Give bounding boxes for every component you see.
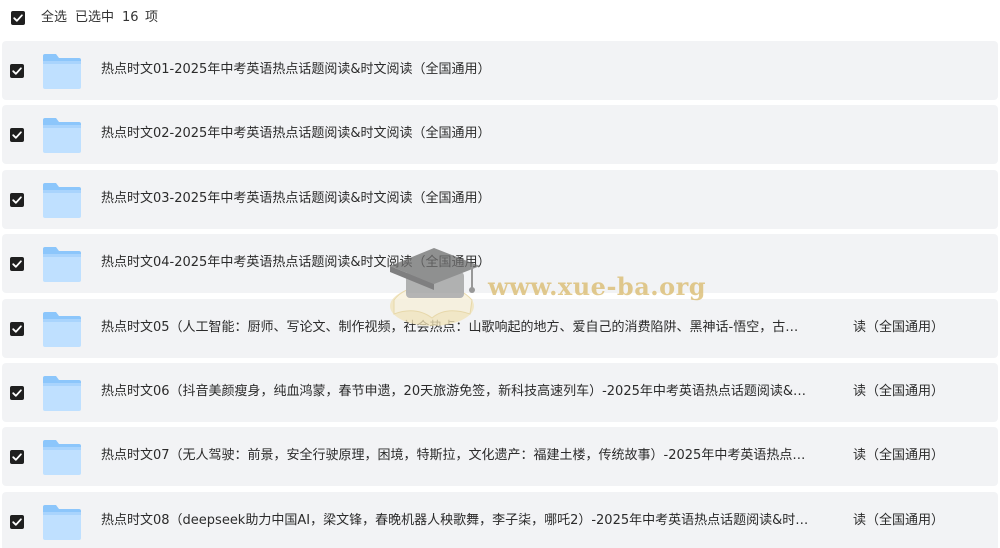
row-checkbox[interactable] <box>10 386 24 400</box>
folder-icon <box>42 245 82 283</box>
file-row[interactable]: 热点时文03-2025年中考英语热点话题阅读&时文阅读（全国通用） <box>2 170 998 229</box>
file-row[interactable]: 热点时文07（无人驾驶：前景，安全行驶原理，困境，特斯拉，文化遗产：福建土楼，传… <box>2 427 998 486</box>
selected-suffix-label: 项 <box>145 10 159 25</box>
file-name[interactable]: 热点时文01-2025年中考英语热点话题阅读&时文阅读（全国通用） <box>101 61 490 79</box>
folder-icon <box>42 52 82 90</box>
file-name[interactable]: 热点时文04-2025年中考英语热点话题阅读&时文阅读（全国通用） <box>101 254 490 272</box>
file-row[interactable]: 热点时文06（抖音美颜瘦身，纯血鸿蒙，春节申遗，20天旅游免签，新科技高速列车）… <box>2 363 998 422</box>
select-all-label[interactable]: 全选 <box>41 10 67 26</box>
row-checkbox[interactable] <box>10 322 24 336</box>
file-name[interactable]: 热点时文02-2025年中考英语热点话题阅读&时文阅读（全国通用） <box>101 125 490 143</box>
checkmark-icon <box>12 389 22 397</box>
file-name-suffix: 读（全国通用） <box>853 513 945 528</box>
file-name-suffix: 读（全国通用） <box>853 384 945 399</box>
checkmark-icon <box>12 453 22 461</box>
folder-icon <box>42 181 82 219</box>
file-name-suffix: 读（全国通用） <box>853 448 945 463</box>
folder-icon <box>42 438 82 476</box>
row-checkbox[interactable] <box>10 515 24 529</box>
row-checkbox[interactable] <box>10 128 24 142</box>
file-row[interactable]: 热点时文08（deepseek助力中国AI，梁文锋，春晚机器人秧歌舞，李子柒，哪… <box>2 492 998 548</box>
checkmark-icon <box>12 518 22 526</box>
file-row[interactable]: 热点时文04-2025年中考英语热点话题阅读&时文阅读（全国通用） <box>2 234 998 293</box>
file-name[interactable]: 热点时文03-2025年中考英语热点话题阅读&时文阅读（全国通用） <box>101 190 490 208</box>
file-name[interactable]: 热点时文08（deepseek助力中国AI，梁文锋，春晚机器人秧歌舞，李子柒，哪… <box>101 512 808 530</box>
row-checkbox[interactable] <box>10 450 24 464</box>
checkmark-icon <box>12 67 22 75</box>
file-selection-page: 全选 已选中 16 项 热点时文01-2025年中考英语热点话题阅读&时文阅读（… <box>0 0 1000 548</box>
folder-icon <box>42 116 82 154</box>
checkmark-icon <box>12 260 22 268</box>
selected-count: 16 <box>122 10 139 25</box>
checkmark-icon <box>12 196 22 204</box>
checkmark-icon <box>12 131 22 139</box>
file-name[interactable]: 热点时文06（抖音美颜瘦身，纯血鸿蒙，春节申遗，20天旅游免签，新科技高速列车）… <box>101 383 806 401</box>
file-row[interactable]: 热点时文02-2025年中考英语热点话题阅读&时文阅读（全国通用） <box>2 105 998 164</box>
selected-prefix-label: 已选中 <box>75 10 115 25</box>
row-checkbox[interactable] <box>10 193 24 207</box>
checkmark-icon <box>12 325 22 333</box>
checkmark-icon <box>13 14 23 22</box>
folder-icon <box>42 503 82 541</box>
select-all-checkbox[interactable] <box>11 11 25 25</box>
folder-icon <box>42 310 82 348</box>
file-name[interactable]: 热点时文07（无人驾驶：前景，安全行驶原理，困境，特斯拉，文化遗产：福建土楼，传… <box>101 447 805 465</box>
file-row[interactable]: 热点时文01-2025年中考英语热点话题阅读&时文阅读（全国通用） <box>2 41 998 100</box>
file-name[interactable]: 热点时文05（人工智能：厨师、写论文、制作视频，社会热点：山歌响起的地方、爱自己… <box>101 319 798 337</box>
folder-icon <box>42 374 82 412</box>
row-checkbox[interactable] <box>10 257 24 271</box>
file-row[interactable]: 热点时文05（人工智能：厨师、写论文、制作视频，社会热点：山歌响起的地方、爱自己… <box>2 299 998 358</box>
file-name-suffix: 读（全国通用） <box>853 320 945 335</box>
row-checkbox[interactable] <box>10 64 24 78</box>
selection-header: 全选 已选中 16 项 <box>0 0 1000 36</box>
